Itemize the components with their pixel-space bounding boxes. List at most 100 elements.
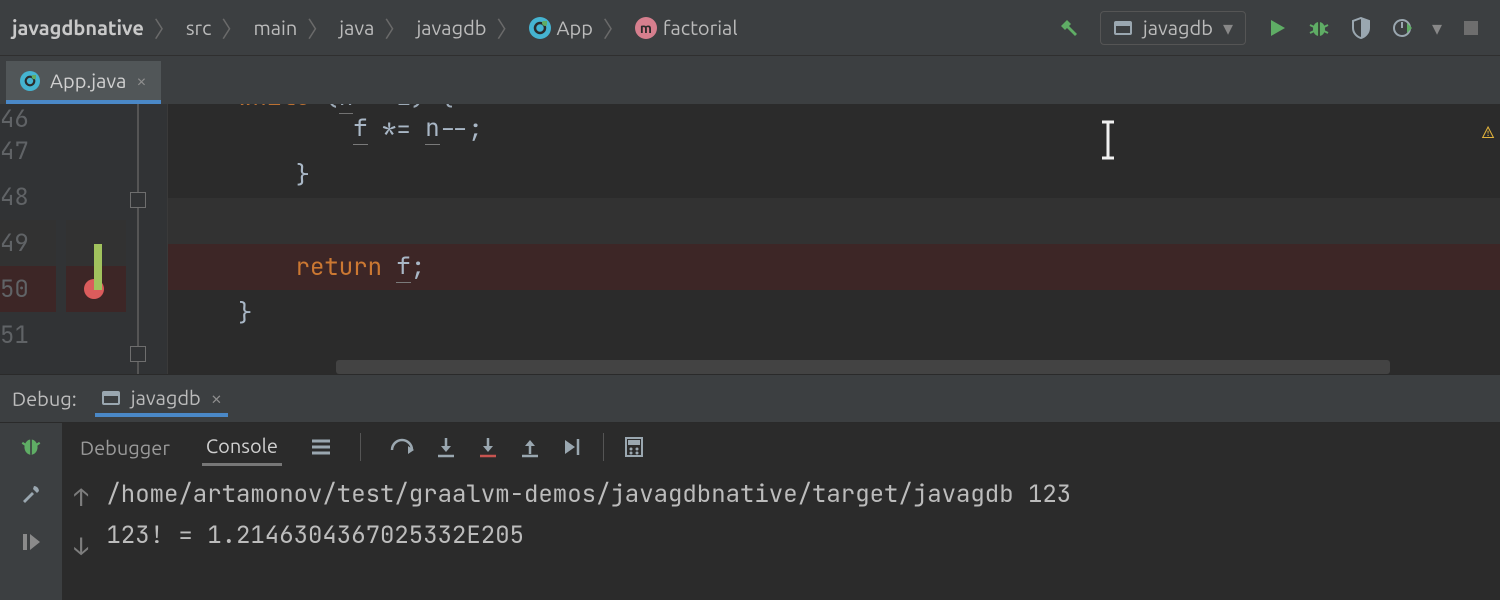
horizontal-scrollbar[interactable]	[336, 360, 1390, 374]
debug-session-label: javagdb	[131, 386, 201, 409]
code-token: ;	[411, 252, 425, 283]
coverage-button[interactable]	[1344, 11, 1378, 45]
chevron-right-icon: 〉	[494, 12, 520, 44]
close-tab-button[interactable]: ×	[136, 71, 146, 91]
close-session-button[interactable]: ×	[211, 386, 222, 409]
text-cursor-icon	[1098, 120, 1118, 160]
breakpoint-gutter[interactable]: 💡	[66, 104, 126, 374]
scroll-up-button[interactable]: ↑	[74, 483, 88, 514]
step-over-button[interactable]	[389, 436, 415, 458]
profile-button[interactable]	[1386, 11, 1420, 45]
line-number: 47	[0, 128, 56, 174]
bug-icon	[1308, 17, 1330, 39]
code-token	[238, 114, 353, 145]
breadcrumb-class[interactable]: App	[529, 16, 593, 39]
top-toolbar: javagdbnative 〉 src 〉 main 〉 java 〉 java…	[0, 0, 1500, 56]
console-line: 123! = 1.2146304367025332E205	[106, 520, 1071, 551]
debug-toolwindow: Debugger Console ↑ ↓ /home/arta	[0, 422, 1500, 600]
run-to-cursor-button[interactable]	[561, 436, 583, 458]
application-icon	[101, 388, 121, 408]
code-token: return	[296, 252, 382, 283]
debug-session-tab[interactable]: javagdb ×	[95, 380, 228, 417]
method-icon: m	[635, 17, 657, 39]
threads-button[interactable]	[310, 438, 332, 456]
breadcrumb-main[interactable]: main	[253, 16, 297, 39]
code-token: f	[396, 251, 410, 283]
debug-title: Debug:	[12, 387, 77, 410]
code-token	[382, 252, 396, 283]
debug-sidebar	[0, 423, 62, 600]
step-into-button[interactable]	[435, 436, 457, 458]
code-token: *=	[368, 114, 426, 145]
line-number: 51	[0, 312, 56, 358]
chevron-right-icon: 〉	[382, 12, 408, 44]
line-number: 48	[0, 174, 56, 220]
editor-tab-label: App.java	[50, 69, 126, 92]
run-configuration-label: javagdb	[1143, 16, 1213, 39]
breadcrumb-src[interactable]: src	[186, 16, 212, 39]
shield-icon	[1351, 17, 1371, 39]
hammer-icon	[1058, 17, 1080, 39]
folding-gutter[interactable]	[126, 104, 168, 374]
bug-icon	[19, 434, 43, 458]
force-step-into-icon	[477, 436, 499, 458]
code-area[interactable]: while (n > 1) { f *= n--; } return f; }	[168, 104, 1500, 374]
breadcrumb-method[interactable]: m factorial	[635, 16, 738, 39]
play-icon	[1267, 18, 1287, 38]
separator	[603, 433, 604, 461]
breadcrumb-root[interactable]: javagdbnative	[12, 16, 144, 39]
run-button[interactable]	[1260, 11, 1294, 45]
fold-handle-icon[interactable]	[130, 192, 146, 208]
list-icon	[310, 438, 332, 456]
class-icon	[20, 71, 40, 91]
calculator-icon	[624, 436, 644, 458]
console-output: /home/artamonov/test/graalvm-demos/javag…	[106, 479, 1071, 563]
line-number: 50	[0, 266, 56, 312]
breadcrumb-class-label: App	[557, 16, 593, 39]
breadcrumb-java[interactable]: java	[339, 16, 374, 39]
code-token	[238, 160, 296, 191]
line-number: 46	[0, 104, 56, 128]
code-token: while	[238, 104, 310, 113]
console-nav: ↑ ↓	[74, 479, 88, 563]
run-configuration-selector[interactable]: javagdb ▾	[1100, 11, 1246, 45]
line-number-gutter: 46 47 48 49 50 51	[0, 104, 66, 374]
code-token: f	[353, 113, 367, 145]
profiler-icon	[1392, 17, 1414, 39]
rerun-debug-button[interactable]	[14, 429, 48, 463]
scroll-down-button[interactable]: ↓	[74, 532, 88, 563]
fold-handle-icon[interactable]	[130, 346, 146, 362]
stop-icon	[1462, 19, 1480, 37]
stop-button[interactable]	[1454, 11, 1488, 45]
build-button[interactable]	[1052, 11, 1086, 45]
debug-button[interactable]	[1302, 11, 1336, 45]
console-tab[interactable]: Console	[202, 428, 282, 466]
resume-icon	[20, 531, 42, 553]
debug-tabs: Debugger Console	[62, 423, 1500, 471]
more-run-options[interactable]: ▾	[1428, 11, 1446, 45]
code-token	[238, 252, 296, 283]
breadcrumb-package[interactable]: javagdb	[416, 16, 486, 39]
run-to-cursor-icon	[561, 436, 583, 458]
step-into-icon	[435, 436, 457, 458]
chevron-right-icon: 〉	[152, 12, 178, 44]
force-step-into-button[interactable]	[477, 436, 499, 458]
line-number: 49	[0, 220, 56, 266]
step-out-button[interactable]	[519, 436, 541, 458]
step-over-icon	[389, 436, 415, 458]
settings-button[interactable]	[14, 477, 48, 511]
code-editor[interactable]: 46 47 48 49 50 51 💡 while (n > 1) { f *=…	[0, 104, 1500, 374]
debugger-tab[interactable]: Debugger	[76, 430, 174, 465]
editor-tab-app-java[interactable]: App.java ×	[6, 61, 161, 104]
code-token: (	[310, 104, 339, 113]
separator	[360, 433, 361, 461]
debug-console[interactable]: ↑ ↓ /home/artamonov/test/graalvm-demos/j…	[62, 471, 1500, 571]
console-line: /home/artamonov/test/graalvm-demos/javag…	[106, 479, 1071, 510]
class-icon	[529, 17, 551, 39]
warning-icon[interactable]: ⚠	[1482, 118, 1494, 144]
evaluate-expression-button[interactable]	[624, 436, 644, 458]
debug-toolwindow-header: Debug: javagdb ×	[0, 374, 1500, 422]
step-out-icon	[519, 436, 541, 458]
code-token: > 1) {	[353, 104, 454, 113]
resume-button[interactable]	[14, 525, 48, 559]
